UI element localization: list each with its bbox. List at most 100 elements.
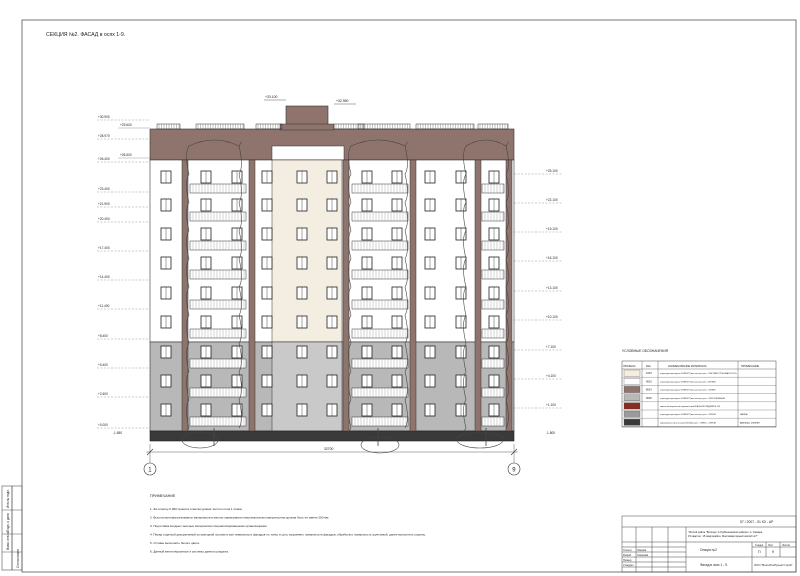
project-line2: 15 квартал. 15 микрорайон. Многоквартирн…: [688, 534, 758, 538]
role-3: Провер.: [623, 559, 632, 562]
role-1: Н.контр.: [623, 549, 633, 552]
legend-material: штукатурка фасадная CERESIT (или аналог)…: [660, 372, 737, 375]
notes-title: ПРИМЕЧАНИЕ: [150, 494, 176, 498]
legend-swatch: [623, 369, 641, 377]
left-level-mark: +5.400: [98, 363, 108, 367]
left-level-mark: +21.900: [98, 202, 110, 206]
left-level-mark: +23.400: [98, 187, 110, 191]
sheet-header: Лист: [768, 544, 774, 547]
notes: ПРИМЕЧАНИЕ 1. За отметку 0.000 принята о…: [150, 494, 426, 554]
left-extra-mark: +26.500: [120, 153, 132, 157]
legend-note: цоколь: [740, 413, 748, 416]
balcony-railing: [351, 358, 409, 369]
organization: ООО "ВолгаТехПроектСтрой": [754, 563, 792, 567]
balcony-railing: [351, 269, 409, 280]
balcony-railing: [351, 328, 409, 339]
role-4: Утвердил: [623, 564, 634, 567]
parapet-railing: [195, 123, 245, 130]
doc-code: 57 / 2007 - 01 КЗ - АР: [740, 520, 774, 524]
balcony-railing: [481, 299, 505, 310]
legend-material: кирпич облицовочный керамический КРАСНЫЙ…: [660, 405, 721, 408]
legend-title: УСЛОВНЫЕ ОБОЗНАЧЕНИЯ: [622, 349, 669, 353]
left-level-mark: +20.400: [98, 217, 110, 221]
sheets-header: Листов: [782, 544, 790, 547]
note-item: 4. Перед отделкой декоративной штукатурк…: [150, 533, 426, 537]
note-item: 3. Подготовка входных зеленых материалов…: [150, 524, 268, 528]
legend-swatch: [623, 402, 641, 410]
right-level-mark: +16.100: [546, 256, 558, 260]
legend-swatch: [623, 386, 641, 393]
left-level-mark: +30.900: [98, 115, 110, 119]
left-extra-mark: +29.600: [120, 123, 132, 127]
balcony-railing: [189, 387, 247, 398]
left-level-mark: +26.400: [98, 157, 110, 161]
project-line1: "Жилой район "Волгарь" в Куйбышевском ра…: [688, 530, 763, 534]
left-level-mark: +28.970: [98, 134, 110, 138]
balcony-railing: [189, 211, 247, 222]
legend-material: штукатурка фасадная CERESIT (или аналог)…: [660, 413, 716, 416]
legend-h2: RAL: [646, 364, 652, 368]
facade-drawing: Инв.№ подл. Подп. и дата Взам. инв.№ Сог…: [1, 19, 797, 573]
ground-mark-right: -1.800: [546, 431, 555, 435]
balcony-railing: [481, 211, 505, 222]
left-level-mark: +17.400: [98, 246, 110, 250]
left-level-mark: +14.400: [98, 275, 110, 279]
building-facade: [149, 105, 515, 454]
balcony-railing: [189, 183, 247, 194]
balcony-railing: [189, 416, 247, 427]
right-level-mark: +4.100: [546, 374, 556, 378]
pilaster: [342, 159, 350, 432]
side-label-3: Взам. инв.№: [6, 531, 10, 550]
right-level-mark: +13.100: [546, 286, 558, 290]
pilaster: [409, 159, 417, 432]
legend-swatch: [623, 419, 641, 426]
legend-ral: 9010: [646, 379, 652, 383]
ground-mark-left: -1.650: [113, 431, 122, 435]
side-strip: Инв.№ подл. Подп. и дата Взам. инв.№ Сог…: [1, 485, 23, 571]
legend-material: штукатурка фасадная CERESIT (или аналог)…: [660, 389, 716, 392]
balcony-railing: [189, 328, 247, 339]
legend-material: штукатурка фасадная CERESIT (или аналог)…: [660, 397, 726, 400]
legend-h1: ОБОЗНАЧ.: [623, 364, 636, 368]
dimension-line: 32700: [146, 444, 518, 458]
balcony-railing: [481, 328, 505, 339]
role-2: Разраб.: [623, 554, 632, 557]
note-item: 6. Данный вентиляционные и системы данно…: [150, 550, 229, 554]
balcony-railing: [351, 183, 409, 194]
right-level-mark: +7.100: [546, 345, 556, 349]
balcony-railing: [481, 240, 505, 251]
legend-ral: 9002: [646, 396, 652, 400]
legend-h4: ПРИМЕЧАНИЕ: [741, 364, 760, 368]
left-level-mark: +11.400: [98, 304, 110, 308]
right-level-marks: +25.100 +22.100 +19.100 +16.100 +13.100 +10.1…: [514, 169, 562, 409]
pilaster: [474, 159, 482, 432]
right-level-mark: +22.100: [546, 198, 558, 202]
left-level-marks: +30.900 +28.970 +26.400 +23.400 +21.900 +20.4…: [97, 115, 150, 429]
side-label-4: Согласовано: [16, 549, 20, 568]
balcony-railing: [189, 358, 247, 369]
left-level-mark: +2.600: [98, 392, 108, 396]
balcony-railing: [351, 211, 409, 222]
stage-header: Стадия: [755, 544, 764, 547]
name-1: Уварова: [637, 549, 647, 552]
roof-mark-left: +33.100: [265, 95, 277, 99]
legend-swatch: [623, 378, 641, 385]
roof-mark-right: +32.950: [336, 99, 348, 103]
legend-swatch: [623, 394, 641, 401]
legend-h3: НАИМЕНОВАНИЕ МАТЕРИАЛА: [668, 364, 707, 368]
sheet-title: СЕКЦИЯ №2. ФАСАД в осях 1-9.: [46, 32, 125, 38]
balcony-railing: [351, 240, 409, 251]
note-item: 5. Отливы выполнить белого цвета.: [150, 541, 200, 545]
balcony-railing: [481, 387, 505, 398]
side-label-2: Подп. и дата: [6, 513, 10, 532]
legend-ral: 1015: [646, 371, 652, 375]
balcony-railing: [481, 269, 505, 280]
parapet-railing: [415, 123, 475, 130]
right-level-mark: +19.100: [546, 227, 558, 231]
balcony-railing: [189, 240, 247, 251]
balcony-railing: [481, 358, 505, 369]
legend-material: штукатурка фасадная CERESIT (или аналог)…: [660, 380, 716, 383]
note-item: 2. Высота монтажа рекламных материалов в…: [150, 516, 329, 520]
legend-ral: 8014: [646, 388, 652, 392]
parapet-railing: [357, 123, 411, 130]
